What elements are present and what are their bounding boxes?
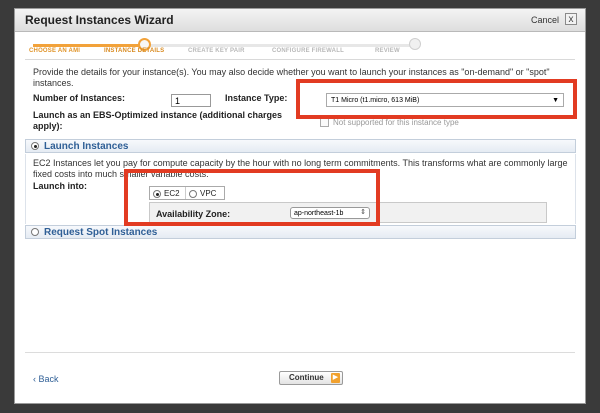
step-instance-details: INSTANCE DETAILS xyxy=(104,48,165,54)
launch-instances-title: Launch Instances xyxy=(44,141,129,152)
launch-instances-header[interactable]: Launch Instances xyxy=(25,139,576,153)
cancel-link[interactable]: Cancel xyxy=(531,15,559,25)
launch-instances-radio[interactable] xyxy=(31,142,39,150)
continue-label: Continue xyxy=(289,373,324,382)
launch-into-label: Launch into: xyxy=(33,181,87,191)
step-review: REVIEW xyxy=(375,48,400,54)
dialog-title: Request Instances Wizard xyxy=(25,13,174,27)
footer-divider xyxy=(25,352,575,353)
continue-button[interactable]: Continue ▶ xyxy=(279,371,343,385)
steps-divider xyxy=(25,59,575,60)
step-create-key-pair: CREATE KEY PAIR xyxy=(188,48,245,54)
ebs-not-supported-note: Not supported for this instance type xyxy=(333,118,459,127)
chevron-left-icon: ‹ xyxy=(33,374,36,384)
ebs-optimized-label: Launch as an EBS-Optimized instance (add… xyxy=(33,110,283,131)
ebs-optimized-checkbox[interactable] xyxy=(320,118,329,127)
instance-type-label: Instance Type: xyxy=(225,93,288,103)
back-label: Back xyxy=(38,374,59,384)
progress-bar-remaining xyxy=(143,44,415,47)
progress-bar-complete xyxy=(33,44,143,47)
spot-instances-header[interactable]: Request Spot Instances xyxy=(25,225,576,239)
step-configure-firewall: CONFIGURE FIREWALL xyxy=(272,48,344,54)
highlight-box-launch-into xyxy=(124,169,380,226)
spot-instances-radio[interactable] xyxy=(31,228,39,236)
step-choose-ami[interactable]: CHOOSE AN AMI xyxy=(29,48,80,54)
num-instances-label: Number of Instances: xyxy=(33,93,126,103)
spot-instances-title: Request Spot Instances xyxy=(44,227,158,238)
num-instances-input[interactable] xyxy=(171,94,211,107)
close-icon[interactable]: x xyxy=(565,13,577,25)
arrow-right-icon: ▶ xyxy=(331,373,340,383)
back-link[interactable]: ‹ Back xyxy=(33,374,59,384)
highlight-box-instance-type xyxy=(296,79,577,119)
final-step-marker xyxy=(409,38,421,50)
dialog-titlebar: Request Instances Wizard Cancel x xyxy=(15,9,585,32)
